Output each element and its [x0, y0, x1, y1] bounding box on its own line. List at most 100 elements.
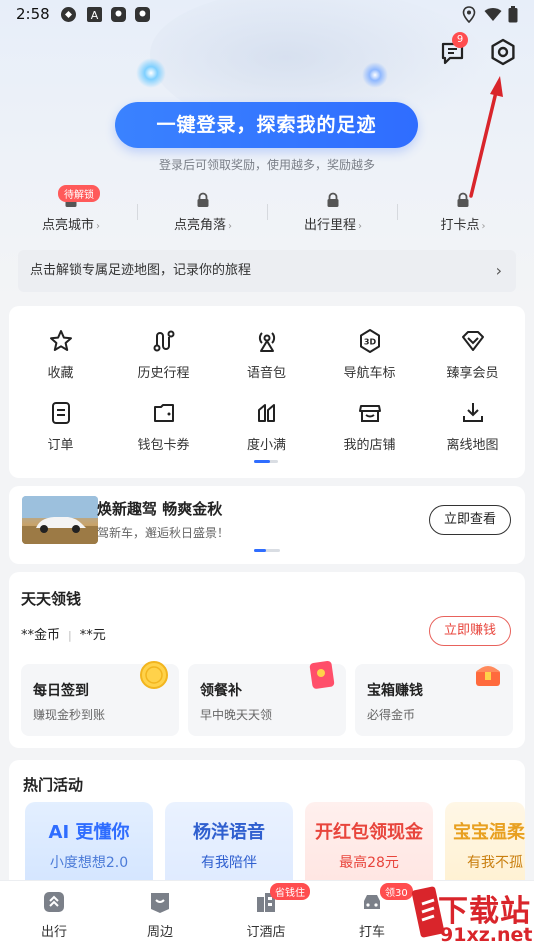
footprint-map-bar[interactable]: 点击解锁专属足迹地图，记录你的旅程 ›	[18, 250, 516, 292]
3d-icon: 3D	[359, 329, 380, 353]
map-glow-point	[362, 62, 388, 88]
activity-subtitle: 有我陪伴	[201, 855, 257, 871]
unlock-row: 待解锁 点亮城市 › 点亮角落 › 出行里程 › 打卡点 ›	[0, 184, 534, 240]
unlock-item-corner[interactable]: 点亮角落 ›	[138, 184, 268, 240]
app-a-icon: A	[87, 7, 102, 22]
grid-item-membership[interactable]: 臻享会员	[421, 328, 524, 388]
map-glow-point	[136, 58, 166, 88]
task-subtitle: 必得金币	[367, 708, 416, 722]
status-bar: 2:58 A	[0, 0, 534, 30]
order-icon	[51, 402, 70, 424]
star-icon	[49, 330, 72, 351]
maps-icon	[135, 7, 150, 22]
task-subtitle: 赚现金秒到账	[33, 708, 106, 722]
unlock-item-mileage[interactable]: 出行里程 ›	[268, 184, 398, 240]
nav-item-nearby[interactable]: 周边	[110, 889, 210, 945]
login-subtitle: 登录后可领取奖励，使用越多，奖励越多	[158, 158, 375, 172]
nav-item-taxi[interactable]: 打车 领30	[322, 883, 422, 945]
chevron-right-icon: ›	[228, 221, 232, 232]
location-icon	[462, 6, 476, 23]
grid-label: 离线地图	[446, 438, 499, 453]
activity-subtitle: 最高28元	[339, 855, 399, 871]
activity-subtitle: 有我不孤	[467, 855, 523, 871]
nav-badge: 领30	[380, 883, 413, 900]
watermark-url: 91xz.net	[440, 924, 533, 946]
travel-icon	[44, 892, 64, 912]
chevron-right-icon: ›	[358, 221, 362, 232]
activity-title: 开红包领现金	[315, 822, 423, 843]
banner-indicator	[254, 549, 280, 552]
task-subtitle: 早中晚天天领	[200, 708, 273, 722]
one-click-login-button[interactable]: 一键登录，探索我的足迹	[115, 102, 418, 148]
chevron-right-icon: ›	[495, 261, 502, 280]
grid-item-wallet[interactable]: 钱包卡券	[112, 400, 215, 460]
page-indicator	[254, 460, 278, 463]
nav-label: 打车	[358, 925, 385, 940]
unlock-item-checkin[interactable]: 打卡点 ›	[398, 184, 528, 240]
grid-label: 语音包	[246, 366, 286, 381]
maps-icon	[111, 7, 126, 22]
unlock-item-city[interactable]: 待解锁 点亮城市 ›	[6, 184, 136, 240]
grid-label: 订单	[47, 438, 74, 453]
voice-icon	[258, 332, 275, 352]
nav-badge: 省钱住	[270, 883, 310, 900]
grid-label: 臻享会员	[446, 366, 499, 381]
banner-subtitle: 驾新车，邂逅秋日盛景！	[97, 526, 230, 540]
coins-value: **金币	[21, 628, 61, 643]
grid-item-history[interactable]: 历史行程	[112, 328, 215, 388]
grid-label: 收藏	[47, 366, 74, 381]
download-icon	[462, 403, 483, 422]
svg-text:A: A	[91, 9, 99, 22]
grid-item-voice[interactable]: 语音包	[215, 328, 318, 388]
diamond-icon	[461, 331, 484, 351]
grid-item-orders[interactable]: 订单	[9, 400, 112, 460]
svg-text:3D: 3D	[363, 338, 376, 347]
car-banner-image	[22, 496, 98, 544]
chevron-right-icon: ›	[481, 221, 486, 232]
battery-icon	[508, 6, 518, 23]
redpacket-icon	[309, 660, 335, 689]
promo-banner-card[interactable]: 焕新趣驾 畅爽金秋 驾新车，邂逅秋日盛景！ 立即查看	[9, 486, 525, 564]
footprint-bar-text: 点击解锁专属足迹地图，记录你的旅程	[30, 263, 252, 278]
unlock-label: 点亮城市	[41, 218, 94, 233]
grid-item-duxiaoman[interactable]: 度小满	[215, 400, 318, 460]
wallet-icon	[153, 404, 174, 422]
task-treasure-box[interactable]: 宝箱赚钱 必得金币	[355, 664, 513, 736]
activity-title: 宝宝温柔	[453, 822, 525, 843]
unlock-label: 出行里程	[303, 218, 356, 233]
duxiaoman-icon	[257, 404, 275, 422]
banner-title: 焕新趣驾 畅爽金秋	[97, 500, 223, 518]
status-time: 2:58	[16, 5, 50, 23]
task-title: 每日签到	[33, 683, 89, 699]
chevron-right-icon: ›	[96, 221, 100, 232]
task-meal-allowance[interactable]: 领餐补 早中晚天天领	[188, 660, 346, 736]
task-daily-checkin[interactable]: 每日签到 赚现金秒到账	[21, 661, 179, 736]
grid-item-offline-map[interactable]: 离线地图	[421, 400, 524, 460]
grid-label: 钱包卡券	[137, 438, 190, 453]
grid-item-favorites[interactable]: 收藏	[9, 328, 112, 388]
gear-icon[interactable]	[488, 37, 518, 67]
grid-label: 历史行程	[137, 366, 190, 381]
unlock-label: 点亮角落	[173, 218, 226, 233]
grid-item-car-icon[interactable]: 3D 导航车标	[318, 328, 421, 388]
lock-icon	[457, 192, 469, 207]
pending-unlock-badge: 待解锁	[58, 185, 100, 202]
money-stats: **金币 | **元	[21, 628, 106, 643]
shop-icon	[358, 405, 381, 422]
money-title: 天天领钱	[21, 590, 82, 608]
earn-now-button[interactable]: 立即赚钱	[429, 616, 511, 646]
grid-item-shop[interactable]: 我的店铺	[318, 400, 421, 460]
nav-label: 订酒店	[246, 925, 286, 940]
sync-icon	[61, 7, 76, 22]
cash-value: **元	[79, 628, 106, 643]
activity-title: 杨洋语音	[193, 822, 265, 843]
message-badge: 9	[452, 32, 468, 48]
grid-label: 度小满	[246, 438, 286, 453]
nav-item-travel[interactable]: 出行	[4, 889, 104, 945]
nav-label: 周边	[146, 925, 173, 940]
nav-item-hotel[interactable]: 订酒店 省钱住	[216, 883, 316, 945]
lock-icon	[327, 192, 339, 207]
view-now-button[interactable]: 立即查看	[429, 505, 511, 535]
lock-icon	[197, 192, 209, 207]
grid-label: 我的店铺	[343, 438, 396, 453]
